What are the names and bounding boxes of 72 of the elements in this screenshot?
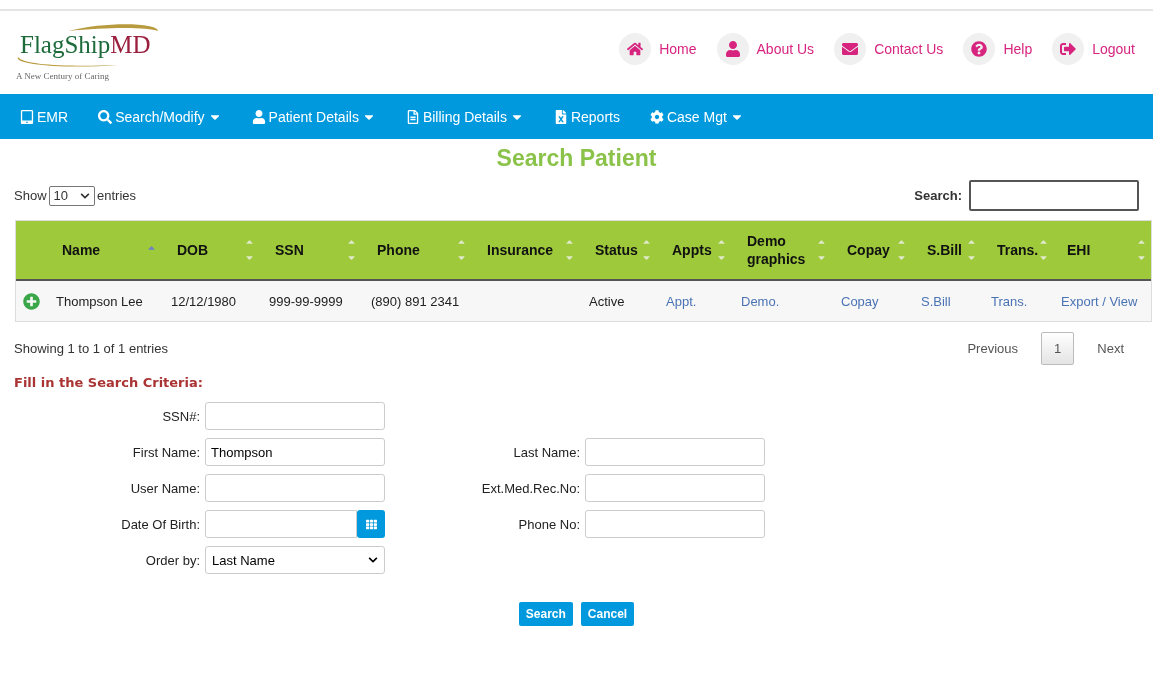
tablet-icon [20,109,34,124]
page-link[interactable]: Previous [954,332,1032,365]
help-icon [971,41,988,57]
text-field[interactable] [205,402,385,430]
show-label: Show [14,188,47,203]
spreadsheet-icon [553,109,568,124]
column-header[interactable]: Copay [831,239,911,261]
order-select[interactable]: Last Name [205,546,385,574]
table-cell-text: Thompson Lee [55,293,144,309]
table-cell-text: Active [588,293,626,309]
column-header[interactable]: Status [579,239,656,261]
page-link[interactable]: 1 [1041,332,1075,365]
table-link[interactable]: S.Bill [911,293,981,309]
table-cell-text: (890) 891 2341 [370,293,461,309]
search-icon [98,109,113,124]
chevron-icon [80,190,90,201]
table-link[interactable]: Copay [831,293,911,309]
column-header[interactable]: Insurance [471,239,579,261]
logout-icon [1060,41,1077,57]
field-label: First Name: [132,444,200,460]
logo-wordmark[interactable]: FlagShipMD [20,31,151,59]
field-label: Ext.Med.Rec.No: [481,480,580,496]
form-heading: Fill in the Search Criteria: [14,375,204,390]
table-link[interactable]: Appt. [656,293,731,309]
search-field[interactable] [969,180,1139,211]
envelope-icon [842,41,859,57]
home-icon [627,41,644,57]
date-field[interactable] [205,510,357,538]
chevron-icon [368,555,378,565]
table-link[interactable]: Trans. [981,293,1051,309]
text-field[interactable] [585,438,765,466]
column-header[interactable]: Appts [656,239,731,261]
table-link[interactable]: Demo. [731,293,831,309]
top-link[interactable]: Contact Us [834,33,944,65]
column-header[interactable]: Demo graphics [731,231,831,269]
gear-icon [649,109,664,124]
field-label: Date Of Birth: [121,516,200,532]
field-label: Phone No: [518,516,580,532]
text-field[interactable] [205,474,385,502]
field-label: User Name: [130,480,200,496]
field-label: Last Name: [513,444,580,460]
column-header[interactable]: Name [46,240,161,260]
text-field[interactable]: Thompson [205,438,385,466]
grid-icon [365,518,377,530]
column-header[interactable]: EHI [1051,239,1151,261]
text-field[interactable] [585,510,765,538]
top-link[interactable]: About Us [716,33,815,65]
page-title: Search Patient [495,145,658,172]
field-label: Order by: [145,552,200,568]
text-field[interactable] [585,474,765,502]
entries-select[interactable]: 10 [48,185,95,206]
user-icon [724,41,741,57]
user-icon [251,109,266,124]
field-label: SSN#: [162,408,200,424]
top-link[interactable]: Logout [1052,33,1135,65]
table-link[interactable]: Export / View [1051,293,1151,309]
entries-label: entries [97,188,137,203]
column-header[interactable]: Trans. [981,239,1051,261]
column-header[interactable]: Phone [361,239,471,261]
table-cell-text: 12/12/1980 [170,293,238,309]
search-label: Search: [914,188,962,203]
column-header[interactable]: S.Bill [911,239,981,261]
logo-tagline: A New Century of Caring [16,71,109,81]
column-header[interactable]: SSN [259,239,361,261]
table-info: Showing 1 to 1 of 1 entries [14,341,168,356]
page-link[interactable]: Next [1084,332,1137,365]
table-cell-text: 999-99-9999 [268,293,344,309]
top-link[interactable]: Home [619,33,697,65]
document-icon [405,109,420,124]
calendar-button[interactable] [357,510,385,538]
top-link[interactable]: Help [963,33,1033,65]
column-header[interactable]: DOB [161,239,259,261]
